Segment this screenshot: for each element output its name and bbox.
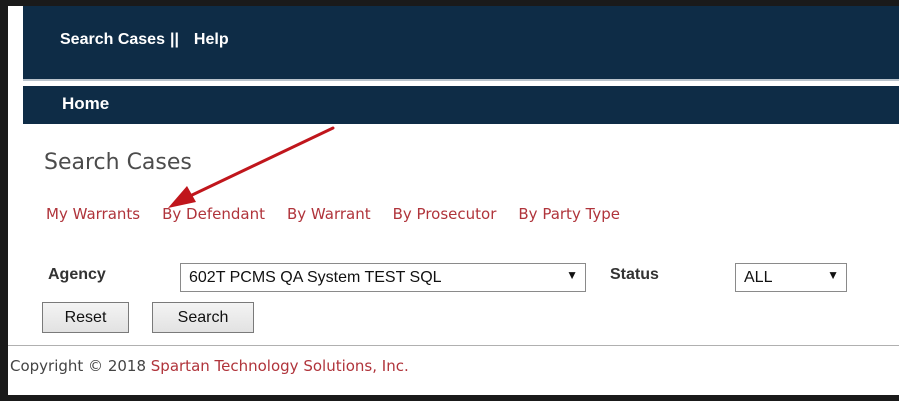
status-select[interactable]: ALL ▼ — [735, 263, 847, 292]
company-link[interactable]: Spartan Technology Solutions, Inc. — [151, 357, 409, 375]
sub-navigation-bar: Home — [23, 86, 899, 124]
copyright-text: Copyright © 2018 — [10, 357, 151, 375]
agency-select-value: 602T PCMS QA System TEST SQL — [189, 268, 442, 286]
by-party-type-link[interactable]: By Party Type — [518, 205, 620, 223]
dropdown-arrow-icon: ▼ — [827, 268, 839, 282]
by-prosecutor-link[interactable]: By Prosecutor — [393, 205, 497, 223]
by-warrant-link[interactable]: By Warrant — [287, 205, 371, 223]
status-label: Status — [610, 266, 659, 283]
my-warrants-link[interactable]: My Warrants — [46, 205, 140, 223]
agency-select[interactable]: 602T PCMS QA System TEST SQL ▼ — [180, 263, 586, 292]
status-select-value: ALL — [744, 268, 773, 286]
nav-divider — [23, 79, 899, 81]
page-title: Search Cases — [44, 150, 192, 175]
nav-search-cases-link[interactable]: Search Cases — [60, 31, 165, 49]
agency-label: Agency — [48, 266, 106, 283]
top-navigation-bar: Search Cases || Help — [23, 6, 899, 79]
nav-help-link[interactable]: Help — [194, 31, 229, 49]
dropdown-arrow-icon: ▼ — [566, 268, 578, 282]
footer-divider — [8, 345, 899, 346]
nav-home-link[interactable]: Home — [62, 94, 109, 114]
search-button[interactable]: Search — [152, 302, 254, 333]
by-defendant-link[interactable]: By Defendant — [162, 205, 265, 223]
footer-copyright: Copyright © 2018 Spartan Technology Solu… — [10, 357, 409, 375]
reset-button[interactable]: Reset — [42, 302, 129, 333]
search-type-links: My Warrants By Defendant By Warrant By P… — [46, 205, 620, 223]
nav-separator: || — [169, 31, 179, 48]
